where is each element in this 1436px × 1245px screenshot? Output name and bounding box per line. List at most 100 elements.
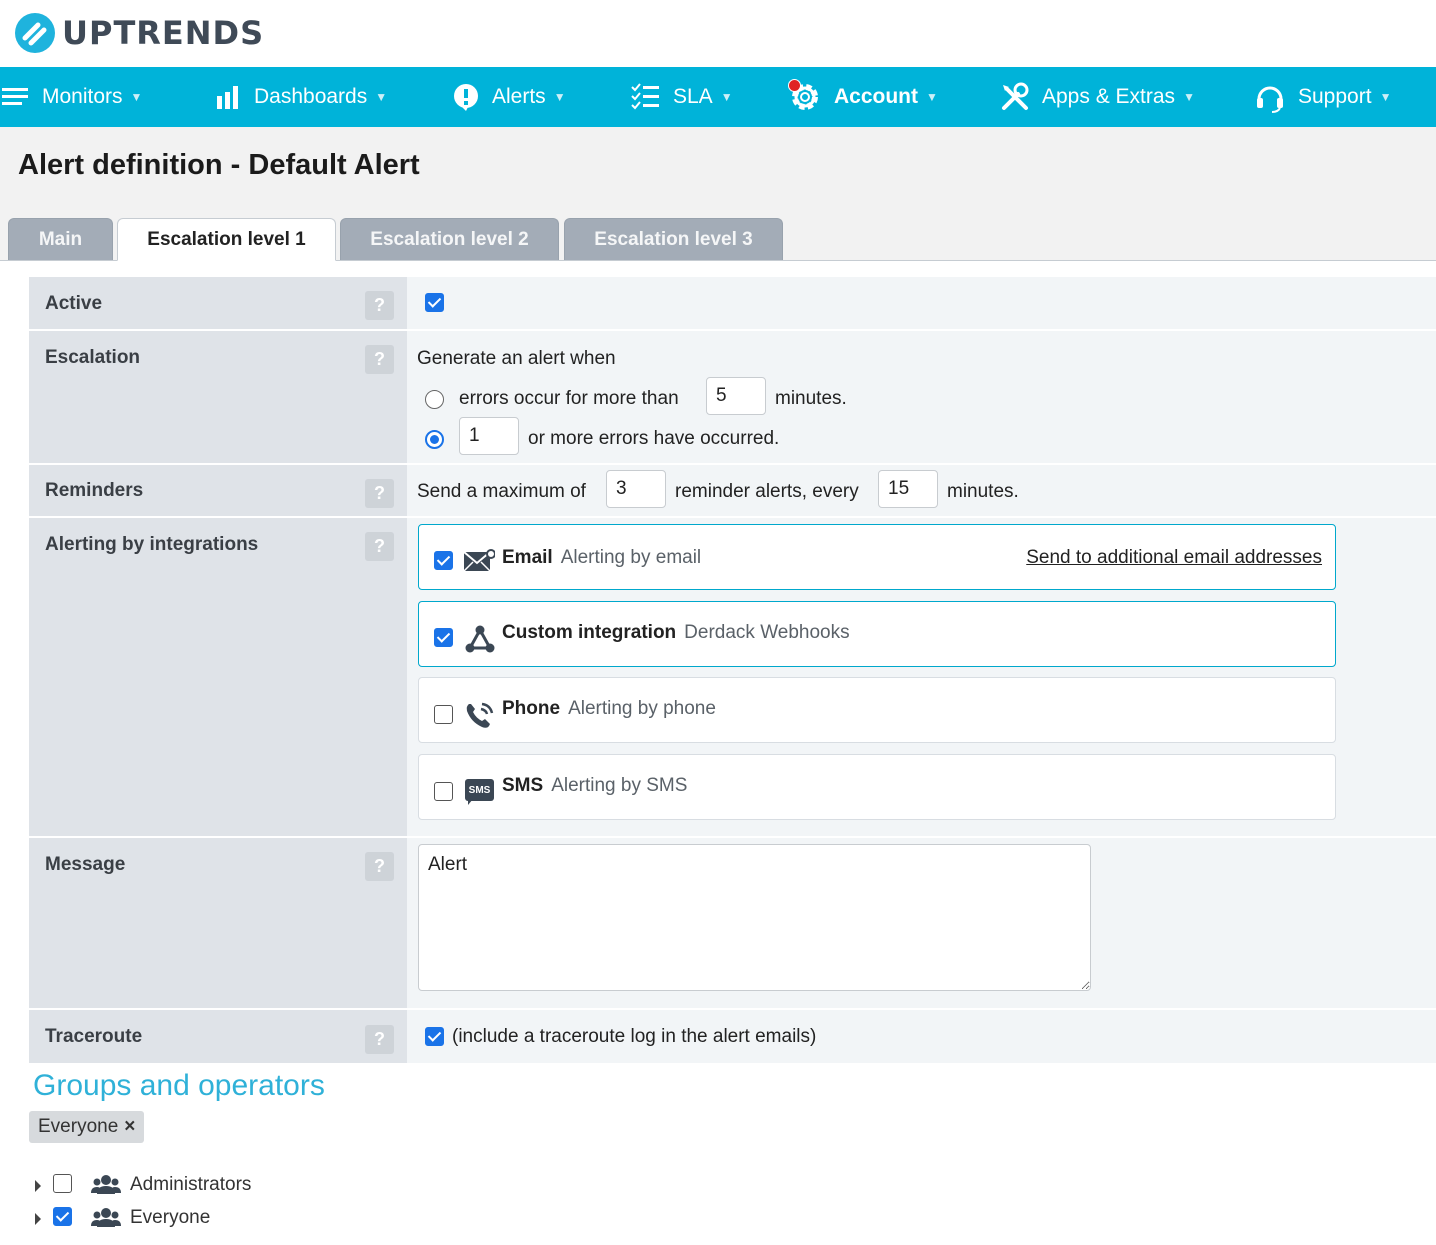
nav-apps-extras[interactable]: Apps & Extras ▼ — [1000, 67, 1195, 127]
errors-duration-radio[interactable] — [425, 390, 444, 409]
reminders-suffix: minutes. — [947, 481, 1019, 502]
nav-monitors[interactable]: Monitors ▼ — [2, 67, 142, 127]
nav-alerts[interactable]: Alerts ▼ — [452, 67, 566, 127]
email-checkbox[interactable] — [434, 551, 453, 570]
errors-count-input[interactable]: 1 — [459, 417, 519, 455]
traceroute-label: Traceroute — [45, 1026, 143, 1047]
sms-integration-name: SMS Alerting by SMS — [502, 775, 687, 797]
administrators-checkbox[interactable] — [53, 1174, 72, 1193]
tab-escalation-level-1[interactable]: Escalation level 1 — [117, 218, 336, 261]
logo-bar: UPTRENDS — [0, 0, 1436, 67]
label-cell: Message ? — [29, 838, 407, 1008]
nav-alerts-label: Alerts — [492, 85, 546, 108]
reminders-count-input[interactable]: 3 — [606, 470, 666, 508]
additional-email-link[interactable]: Send to additional email addresses — [1026, 547, 1322, 569]
traceroute-checkbox[interactable] — [425, 1027, 444, 1046]
caret-down-icon: ▼ — [720, 90, 733, 104]
alert-exclamation-icon — [454, 84, 478, 111]
errors-count-text: or more errors have occurred. — [528, 428, 780, 449]
tab-main[interactable]: Main — [8, 218, 113, 261]
escalation-intro: Generate an alert when — [417, 348, 616, 369]
reminders-middle: reminder alerts, every — [675, 481, 859, 502]
menu-lines-icon — [2, 88, 28, 105]
help-icon[interactable]: ? — [365, 852, 394, 881]
value-cell: Generate an alert when errors occur for … — [407, 331, 1436, 463]
value-cell: (include a traceroute log in the alert e… — [407, 1010, 1436, 1063]
reminders-interval-input[interactable]: 15 — [878, 470, 938, 508]
errors-duration-input[interactable]: 5 — [706, 377, 766, 415]
nav-support[interactable]: Support ▼ — [1254, 67, 1391, 127]
email-title: Email — [502, 547, 553, 568]
sms-title: SMS — [502, 775, 544, 796]
administrators-label[interactable]: Administrators — [130, 1174, 251, 1196]
tools-icon — [1002, 82, 1029, 110]
errors-duration-suffix: minutes. — [775, 388, 847, 409]
nav-dashboards-label: Dashboards — [254, 85, 368, 108]
nav-account-label: Account — [834, 85, 918, 108]
page-title: Alert definition - Default Alert — [18, 149, 420, 181]
custom-integration-title: Custom integration — [502, 622, 677, 643]
help-icon[interactable]: ? — [365, 291, 394, 320]
nav-account[interactable]: Account ▼ — [788, 67, 938, 127]
nav-monitors-label: Monitors — [42, 85, 123, 108]
tree-item-everyone: Everyone — [35, 1205, 435, 1231]
errors-duration-text: errors occur for more than — [459, 388, 679, 409]
caret-down-icon: ▼ — [926, 90, 938, 104]
custom-integration-description: Derdack Webhooks — [684, 622, 850, 643]
help-icon[interactable]: ? — [365, 532, 394, 561]
tab-escalation-level-2[interactable]: Escalation level 2 — [340, 218, 559, 261]
row-escalation: Escalation ? Generate an alert when erro… — [29, 331, 1436, 463]
users-group-icon — [91, 1175, 121, 1194]
label-cell: Escalation ? — [29, 331, 407, 463]
sms-icon-tail — [468, 799, 473, 805]
tree-item-administrators: Administrators — [35, 1172, 435, 1198]
tab-escalation-level-3[interactable]: Escalation level 3 — [564, 218, 783, 261]
bar-chart-icon — [217, 86, 238, 109]
everyone-checkbox[interactable] — [53, 1207, 72, 1226]
integration-sms[interactable]: SMS SMS Alerting by SMS — [418, 754, 1336, 820]
help-icon[interactable]: ? — [365, 1025, 394, 1054]
integration-email[interactable]: Email Alerting by email Send to additiona… — [418, 524, 1336, 590]
brand-name[interactable]: UPTRENDS — [62, 14, 264, 52]
row-traceroute: Traceroute ? (include a traceroute log i… — [29, 1010, 1436, 1063]
selected-group-chip: Everyone × — [29, 1111, 145, 1143]
escalation-label: Escalation — [45, 347, 141, 368]
chip-label: Everyone — [38, 1116, 119, 1137]
help-icon[interactable]: ? — [365, 345, 394, 374]
help-icon[interactable]: ? — [365, 479, 394, 508]
sms-checkbox[interactable] — [434, 782, 453, 801]
nav-sla[interactable]: SLA ▼ — [631, 67, 733, 127]
caret-down-icon: ▼ — [553, 90, 566, 104]
integration-phone[interactable]: Phone Alerting by phone — [418, 677, 1336, 743]
message-textarea[interactable]: Alert — [418, 844, 1091, 991]
row-reminders: Reminders ? Send a maximum of 3 reminder… — [29, 465, 1436, 516]
caret-down-icon: ▼ — [1379, 90, 1392, 104]
phone-checkbox[interactable] — [434, 705, 453, 724]
label-cell: Reminders ? — [29, 465, 407, 516]
label-cell: Alerting by integrations ? — [29, 518, 407, 836]
phone-title: Phone — [502, 698, 561, 719]
value-cell: Send a maximum of 3 reminder alerts, eve… — [407, 465, 1436, 516]
active-checkbox[interactable] — [425, 293, 444, 312]
caret-down-icon: ▼ — [130, 90, 143, 104]
row-active: Active ? — [29, 277, 1436, 329]
custom-integration-checkbox[interactable] — [434, 628, 453, 647]
headset-icon — [1257, 86, 1283, 113]
integrations-label: Alerting by integrations — [45, 534, 259, 555]
expand-caret-icon[interactable] — [35, 1213, 41, 1225]
remove-chip-icon[interactable]: × — [124, 1116, 135, 1138]
caret-down-icon: ▼ — [1183, 90, 1195, 104]
everyone-label[interactable]: Everyone — [130, 1207, 210, 1229]
uptrends-logo-icon[interactable] — [14, 12, 56, 54]
nav-apps-label: Apps & Extras — [1042, 85, 1176, 108]
phone-icon — [466, 702, 494, 728]
webhook-icon — [465, 625, 495, 653]
reminders-prefix: Send a maximum of — [417, 481, 586, 502]
expand-caret-icon[interactable] — [35, 1180, 41, 1192]
integration-custom[interactable]: Custom integration Derdack Webhooks — [418, 601, 1336, 667]
errors-count-radio[interactable] — [425, 430, 444, 449]
users-group-icon — [91, 1208, 121, 1227]
nav-dashboards[interactable]: Dashboards ▼ — [216, 67, 387, 127]
email-icon — [463, 549, 495, 572]
label-cell: Traceroute ? — [29, 1010, 407, 1063]
